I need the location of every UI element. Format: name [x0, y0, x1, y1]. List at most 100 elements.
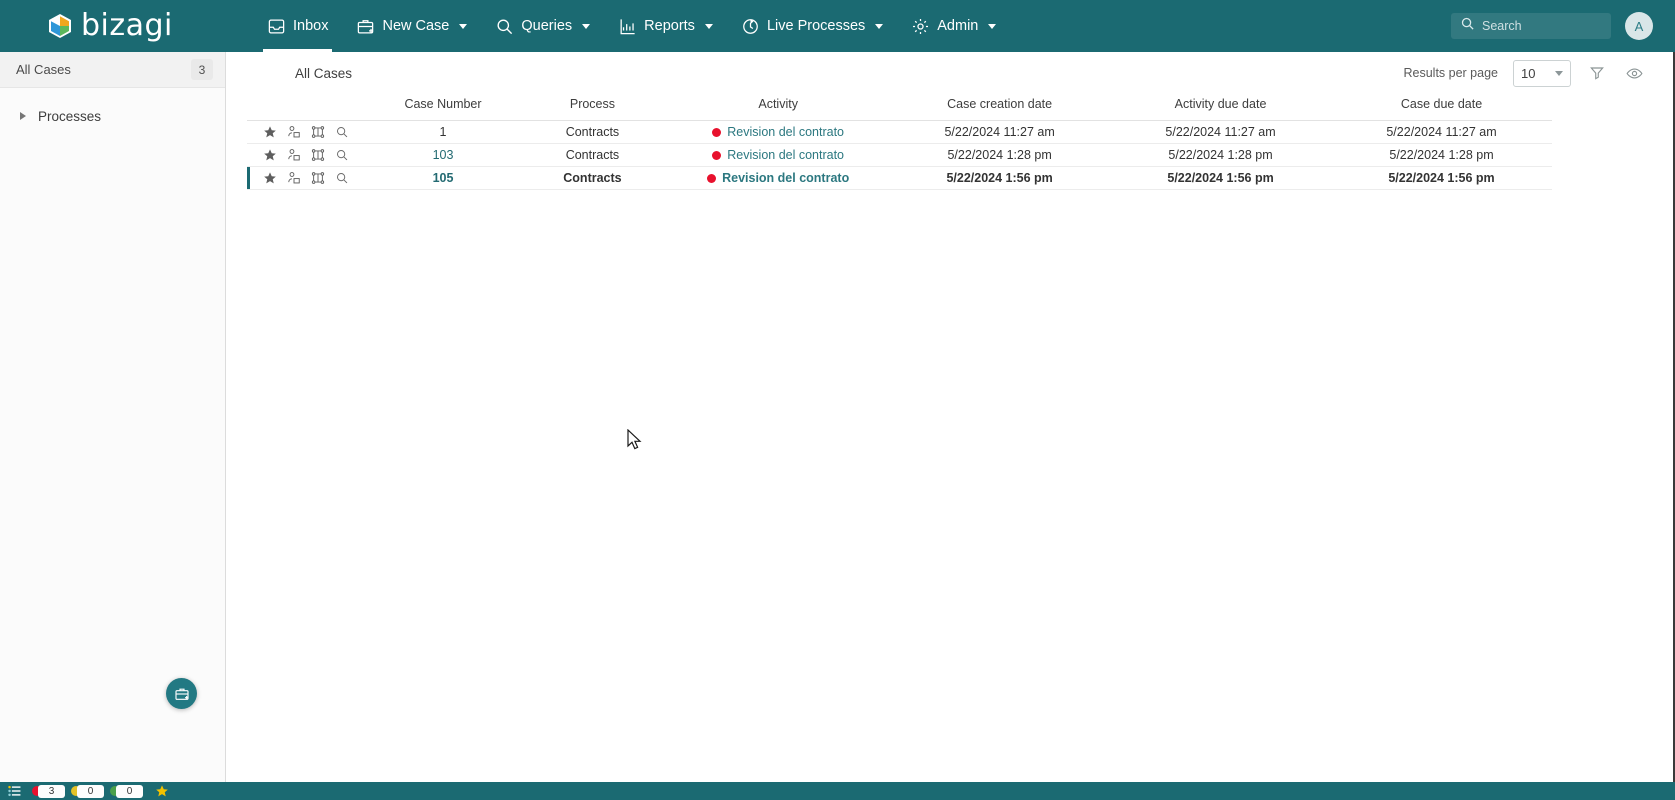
at-risk-count[interactable]: 0 [71, 784, 104, 798]
sidebar-tree: Processes [0, 88, 225, 130]
row-search-icon[interactable] [335, 125, 349, 139]
row-star-icon[interactable] [263, 171, 277, 185]
status-bar: 300 [0, 782, 1675, 800]
nav-item-label: Reports [644, 18, 695, 34]
nav-item-queries[interactable]: Queries [481, 0, 604, 52]
nav-item-reports[interactable]: Reports [604, 0, 727, 52]
favorites-icon [156, 785, 168, 797]
chevron-down-icon [988, 23, 997, 29]
nav-item-label: Admin [937, 18, 979, 34]
cell-activity[interactable]: Revision del contrato [667, 166, 890, 190]
cell-case-due-date: 5/22/2024 11:27 am [1331, 120, 1552, 144]
chevron-down-icon [459, 23, 468, 29]
favorites-filter-button[interactable] [155, 784, 169, 798]
row-workflow-icon[interactable] [311, 171, 325, 185]
new-case-icon [356, 17, 375, 36]
main-toolbar-right: Results per page 10 [1403, 59, 1645, 87]
nav-item-label: Live Processes [766, 18, 866, 34]
activity-link[interactable]: Revision del contrato [727, 125, 844, 139]
nav-item-new-case[interactable]: New Case [342, 0, 481, 52]
overdue-count[interactable]: 3 [32, 784, 65, 798]
cell-activity-due-date: 5/22/2024 1:28 pm [1110, 143, 1331, 167]
nav-item-label: New Case [382, 18, 450, 34]
row-search-icon[interactable] [335, 171, 349, 185]
status-count: 0 [77, 784, 104, 798]
search-input[interactable] [1482, 19, 1592, 33]
column-header-activity[interactable]: Activity [667, 94, 890, 121]
cell-case-creation-date: 5/22/2024 11:27 am [889, 120, 1111, 144]
column-header-process[interactable]: Process [517, 94, 668, 121]
chart-icon [618, 17, 637, 36]
cases-table-container: Case Number Process Activity Case creati… [227, 94, 1675, 190]
nav-item-inbox[interactable]: Inbox [253, 0, 342, 52]
cell-activity[interactable]: Revision del contrato [667, 120, 890, 144]
new-case-fab-button[interactable] [166, 678, 197, 709]
case-summary-list-button[interactable] [4, 785, 26, 797]
cases-table: Case Number Process Activity Case creati… [247, 94, 1552, 190]
cell-process: Contracts [517, 143, 668, 167]
cell-process: Contracts [517, 166, 668, 190]
status-chip-group: 300 [26, 784, 143, 798]
column-header-actions[interactable] [247, 94, 369, 121]
cell-case-creation-date: 5/22/2024 1:28 pm [889, 143, 1111, 167]
row-star-icon[interactable] [263, 148, 277, 162]
primary-nav-items: Inbox New Case Queries Reports Live Proc… [253, 0, 1010, 52]
column-header-activity-due-date[interactable]: Activity due date [1110, 94, 1331, 121]
status-badge [712, 127, 722, 137]
table-row[interactable]: 105 Contracts Revision del contrato 5/22/20… [247, 166, 1552, 190]
status-count: 3 [38, 784, 65, 798]
column-header-case-number[interactable]: Case Number [368, 94, 518, 121]
global-search[interactable] [1451, 13, 1611, 39]
activity-link[interactable]: Revision del contrato [722, 171, 849, 185]
table-row[interactable]: 1 Contracts Revision del contrato 5/22/2024… [247, 120, 1552, 144]
show-hide-columns-button[interactable] [1623, 62, 1645, 84]
sidebar: All Cases 3 Processes [0, 52, 226, 782]
case-number-link[interactable]: 103 [433, 148, 454, 162]
cell-case-number[interactable]: 103 [368, 143, 518, 167]
sidebar-header-all-cases[interactable]: All Cases 3 [0, 52, 225, 88]
nav-item-live-processes[interactable]: Live Processes [727, 0, 897, 52]
live-processes-icon [741, 17, 760, 36]
row-actions-cell [247, 166, 369, 190]
cell-activity[interactable]: Revision del contrato [667, 143, 890, 167]
results-per-page-label: Results per page [1403, 66, 1498, 80]
status-badge [707, 173, 717, 183]
column-header-case-due-date[interactable]: Case due date [1331, 94, 1552, 121]
row-star-icon[interactable] [263, 125, 277, 139]
nav-item-label: Queries [521, 18, 573, 34]
filter-icon [1590, 67, 1604, 80]
cell-activity-due-date: 5/22/2024 11:27 am [1110, 120, 1331, 144]
on-time-count[interactable]: 0 [110, 784, 143, 798]
case-number-link[interactable]: 1 [440, 125, 447, 139]
table-row[interactable]: 103 Contracts Revision del contrato 5/22/20… [247, 143, 1552, 167]
activity-link[interactable]: Revision del contrato [727, 148, 844, 162]
top-navigation-bar: bizagi Inbox New Case Queries Reports Li… [0, 0, 1675, 52]
sidebar-item-processes[interactable]: Processes [0, 102, 225, 130]
cell-case-number[interactable]: 1 [368, 120, 518, 144]
row-assign-user-icon[interactable] [287, 171, 301, 185]
search-icon [1460, 16, 1475, 36]
chevron-right-icon[interactable] [20, 112, 26, 120]
case-number-link[interactable]: 105 [433, 171, 454, 185]
cell-process: Contracts [517, 120, 668, 144]
main-toolbar: All Cases Results per page 10 [227, 52, 1675, 94]
status-count: 0 [116, 784, 143, 798]
bizagi-logo-icon [45, 11, 75, 41]
cell-case-due-date: 5/22/2024 1:56 pm [1331, 166, 1552, 190]
cell-case-number[interactable]: 105 [368, 166, 518, 190]
row-assign-user-icon[interactable] [287, 125, 301, 139]
row-workflow-icon[interactable] [311, 125, 325, 139]
row-search-icon[interactable] [335, 148, 349, 162]
nav-item-admin[interactable]: Admin [897, 0, 1010, 52]
results-per-page-select[interactable]: 10 [1513, 59, 1571, 87]
filter-button[interactable] [1586, 62, 1608, 84]
row-assign-user-icon[interactable] [287, 148, 301, 162]
chevron-down-icon [875, 23, 884, 29]
cell-activity-due-date: 5/22/2024 1:56 pm [1110, 166, 1331, 190]
avatar[interactable]: A [1625, 12, 1653, 40]
header-row: Case Number Process Activity Case creati… [247, 94, 1552, 121]
status-badge [712, 150, 722, 160]
brand-logo-area[interactable]: bizagi [0, 0, 253, 52]
row-workflow-icon[interactable] [311, 148, 325, 162]
column-header-case-creation-date[interactable]: Case creation date [889, 94, 1111, 121]
